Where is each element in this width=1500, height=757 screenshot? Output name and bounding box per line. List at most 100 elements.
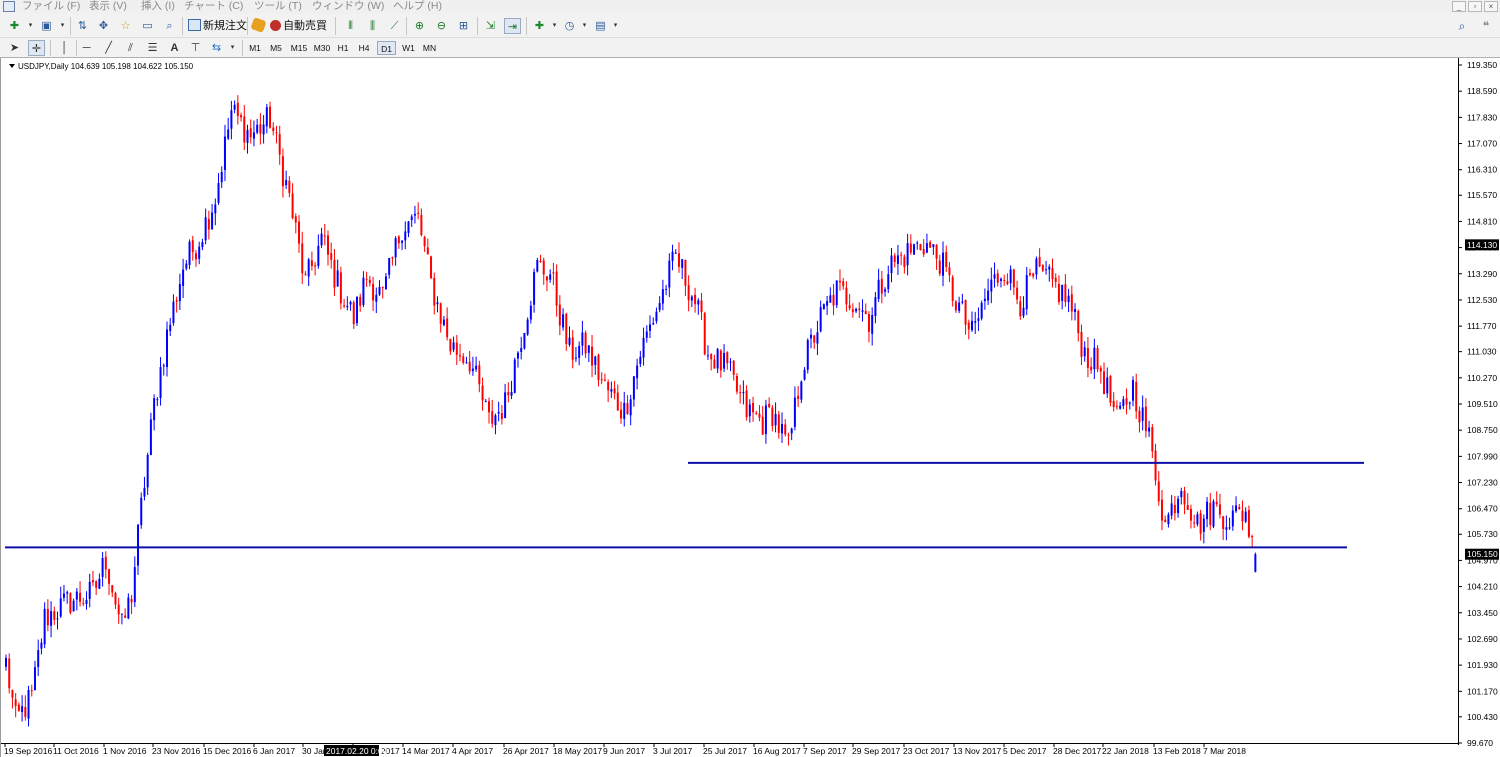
menu-view[interactable]: 表示 (V): [89, 0, 127, 13]
menu-window[interactable]: ウィンドウ (W): [312, 0, 384, 13]
candle-body: [887, 274, 890, 290]
candle-body: [729, 361, 732, 363]
timeframe-m5[interactable]: M5: [267, 41, 285, 55]
candle-body: [649, 324, 651, 331]
crosshair-icon[interactable]: ✛: [28, 40, 45, 56]
stop-icon: [270, 20, 282, 31]
new-chart-icon[interactable]: ✚: [6, 18, 23, 34]
menu-tools[interactable]: ツール (T): [254, 0, 302, 13]
chart-window[interactable]: 119.350 118.590 117.830 117.070 116.310 115.5…: [0, 58, 1500, 757]
text-label-icon[interactable]: ⊤: [187, 40, 204, 56]
candle-body: [942, 252, 945, 276]
candle-body: [639, 356, 642, 365]
candle-body: [867, 314, 870, 332]
minimize-button[interactable]: _: [1452, 1, 1466, 12]
collapse-triangle-icon: [9, 64, 15, 68]
candle-body: [1189, 508, 1192, 521]
tester-icon[interactable]: ⌕: [161, 18, 178, 34]
menu-help[interactable]: ヘルプ (H): [393, 0, 442, 13]
toolbar-separator: [182, 17, 183, 35]
candle-body: [1090, 366, 1093, 371]
price-chart[interactable]: 119.350 118.590 117.830 117.070 116.310 115.5…: [1, 58, 1500, 757]
candles-layer: [5, 95, 1257, 727]
standard-toolbar: ✚ ▾ ▣ ▾ ⇅ ✥ ☆ ▭ ⌕ 新規注文 自動売買 ⫴ ⫼ ⟋ ⊕ ⊖ ⊞ …: [0, 14, 1500, 38]
periods-dropdown-icon[interactable]: ▾: [576, 18, 593, 34]
auto-scroll-icon[interactable]: ⇲: [482, 18, 499, 34]
horizontal-line-icon[interactable]: ─: [78, 40, 95, 56]
profiles-icon[interactable]: ▣: [38, 18, 55, 34]
chat-icon[interactable]: ❝: [1478, 18, 1494, 34]
candle-body: [526, 319, 529, 335]
candle-body: [703, 313, 706, 355]
timeframe-m1[interactable]: M1: [246, 41, 264, 55]
templates-dropdown-icon[interactable]: ▾: [607, 18, 624, 34]
timeframe-d1[interactable]: D1: [377, 41, 396, 55]
vertical-line-icon[interactable]: │: [56, 40, 73, 56]
candle-body: [95, 581, 98, 588]
timeframe-m30[interactable]: M30: [311, 41, 333, 55]
bar-chart-icon[interactable]: ⫴: [342, 18, 359, 34]
candle-body: [806, 339, 809, 370]
timeframe-m15[interactable]: M15: [288, 41, 310, 55]
candle-body: [1186, 504, 1189, 510]
new-order-button[interactable]: 新規注文: [188, 18, 247, 34]
price-tick-label: 99.670: [1467, 738, 1493, 748]
candlestick-icon[interactable]: ⫼: [364, 18, 381, 34]
arrows-icon[interactable]: ⇆: [208, 40, 225, 56]
auto-trade-button[interactable]: 自動売買: [250, 17, 327, 34]
new-order-label: 新規注文: [203, 20, 247, 32]
data-window-icon[interactable]: ☆: [117, 18, 134, 34]
candle-body: [124, 615, 127, 618]
app-icon[interactable]: [3, 1, 15, 12]
equidistant-channel-icon[interactable]: ⫽: [122, 40, 139, 56]
candle-body: [1183, 490, 1186, 505]
timeframe-h4[interactable]: H4: [355, 41, 373, 55]
candle-body: [735, 376, 738, 392]
zoom-out-icon[interactable]: ⊖: [433, 18, 450, 34]
candle-body: [288, 180, 291, 194]
chart-shift-icon[interactable]: ⇥: [504, 18, 521, 34]
timeframe-w1[interactable]: W1: [399, 41, 418, 55]
arrows-dropdown-icon[interactable]: ▾: [224, 40, 241, 56]
candle-body: [793, 397, 796, 427]
candle-body: [201, 242, 204, 248]
timeframe-h1[interactable]: H1: [334, 41, 352, 55]
navigator-icon[interactable]: ✥: [95, 18, 112, 34]
candle-body: [291, 193, 294, 218]
cursor-icon[interactable]: ➤: [6, 40, 23, 56]
search-icon[interactable]: ⌕: [1454, 18, 1470, 34]
candle-body: [452, 342, 455, 350]
time-tick-label: 18 May 2017: [553, 746, 602, 756]
price-tick-label: 105.730: [1467, 529, 1498, 539]
candle-body: [954, 301, 957, 311]
text-tool[interactable]: A: [166, 40, 183, 56]
candle-body: [1038, 257, 1041, 267]
timeframe-mn[interactable]: MN: [420, 41, 439, 55]
line-chart-icon[interactable]: ⟋: [386, 18, 403, 34]
candle-body: [56, 618, 59, 620]
candle-body: [903, 256, 906, 267]
terminal-icon[interactable]: ▭: [139, 18, 156, 34]
candle-body: [684, 259, 687, 286]
tile-windows-icon[interactable]: ⊞: [455, 18, 472, 34]
candle-body: [758, 413, 761, 418]
candle-body: [262, 124, 265, 135]
restore-button[interactable]: ▫: [1468, 1, 1482, 12]
trendline-icon[interactable]: ╱: [100, 40, 117, 56]
new-chart-dropdown-icon[interactable]: ▾: [22, 18, 39, 34]
candle-body: [230, 110, 233, 129]
fibonacci-icon[interactable]: ☰: [144, 40, 161, 56]
menu-insert[interactable]: 挿入 (I): [141, 0, 175, 13]
zoom-in-icon[interactable]: ⊕: [411, 18, 428, 34]
candle-body: [1212, 501, 1215, 527]
market-watch-icon[interactable]: ⇅: [74, 18, 91, 34]
time-tick-label: 7 Sep 2017: [803, 746, 847, 756]
candle-body: [587, 345, 590, 353]
menu-file[interactable]: ファイル (F): [22, 0, 80, 13]
menu-chart[interactable]: チャート (C): [184, 0, 243, 13]
candle-body: [133, 567, 136, 602]
candle-body: [1012, 269, 1015, 288]
close-button[interactable]: ×: [1484, 1, 1498, 12]
profiles-dropdown-icon[interactable]: ▾: [54, 18, 71, 34]
candle-body: [1254, 554, 1257, 572]
